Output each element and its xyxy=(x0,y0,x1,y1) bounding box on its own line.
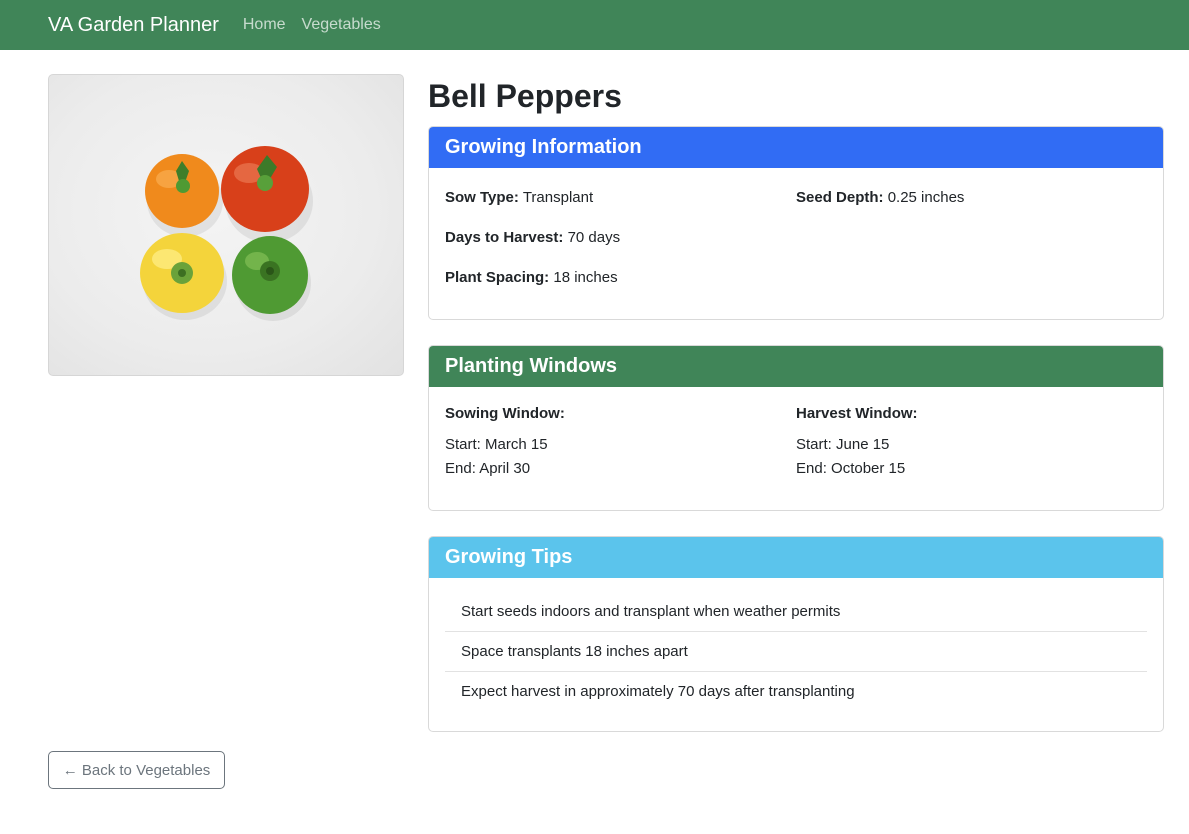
planting-windows-body: Sowing Window: Start: March 15 End: Apri… xyxy=(429,387,1163,500)
harvest-start: Start: June 15 xyxy=(796,436,890,453)
tip-item: Expect harvest in approximately 70 days … xyxy=(461,683,855,700)
tip-item: Space transplants 18 inches apart xyxy=(445,632,1147,672)
nav-link-home[interactable]: Home xyxy=(243,16,286,34)
sow-type-row: Sow Type: Transplant xyxy=(445,189,594,206)
brand-link[interactable]: VA Garden Planner xyxy=(48,14,219,37)
growing-tips-body: Start seeds indoors and transplant when … xyxy=(429,578,1163,727)
days-to-harvest-row: Days to Harvest: 70 days xyxy=(445,229,621,246)
planting-windows-header: Planting Windows xyxy=(429,346,1163,387)
page-title: Bell Peppers xyxy=(428,78,622,114)
sowing-window-label: Sowing Window: xyxy=(445,405,565,422)
sowing-window: Sowing Window: Start: March 15 End: Apri… xyxy=(445,405,796,484)
growing-info-right: Seed Depth: 0.25 inches xyxy=(796,187,1147,307)
red-pepper-shape xyxy=(221,146,309,232)
growing-tips-header: Growing Tips xyxy=(429,537,1163,578)
orange-pepper-shape xyxy=(145,154,219,228)
harvest-window: Harvest Window: Start: June 15 End: Octo… xyxy=(796,405,1147,484)
harvest-end: End: October 15 xyxy=(796,460,906,477)
green-pepper-shape xyxy=(232,236,308,314)
harvest-window-label: Harvest Window: xyxy=(796,405,918,422)
nav-link-vegetables[interactable]: Vegetables xyxy=(302,16,381,34)
vegetable-photo xyxy=(48,74,404,376)
growing-info-body: Sow Type: Transplant Days to Harvest: 70… xyxy=(429,168,1163,319)
navbar: VA Garden Planner Home Vegetables xyxy=(0,0,1189,50)
growing-info-header: Growing Information xyxy=(429,127,1163,168)
planting-windows-card: Planting Windows Sowing Window: Start: M… xyxy=(428,345,1164,511)
plant-spacing-row: Plant Spacing: 18 inches xyxy=(445,269,618,286)
back-to-vegetables-button[interactable]: ← Back to Vegetables xyxy=(48,751,225,789)
sowing-start: Start: March 15 xyxy=(445,436,548,453)
sowing-end: End: April 30 xyxy=(445,460,531,477)
tip-item: Start seeds indoors and transplant when … xyxy=(445,592,1147,632)
seed-depth-row: Seed Depth: 0.25 inches xyxy=(796,189,965,206)
bell-peppers-image xyxy=(140,146,313,321)
details-column: Bell Peppers Growing Information Sow Typ… xyxy=(428,76,1164,732)
growing-info-card: Growing Information Sow Type: Transplant… xyxy=(428,126,1164,320)
growing-info-left: Sow Type: Transplant Days to Harvest: 70… xyxy=(445,187,796,307)
yellow-pepper-shape xyxy=(140,233,224,313)
tips-list: Start seeds indoors and transplant when … xyxy=(445,592,1147,711)
growing-tips-card: Growing Tips Start seeds indoors and tra… xyxy=(428,536,1164,732)
